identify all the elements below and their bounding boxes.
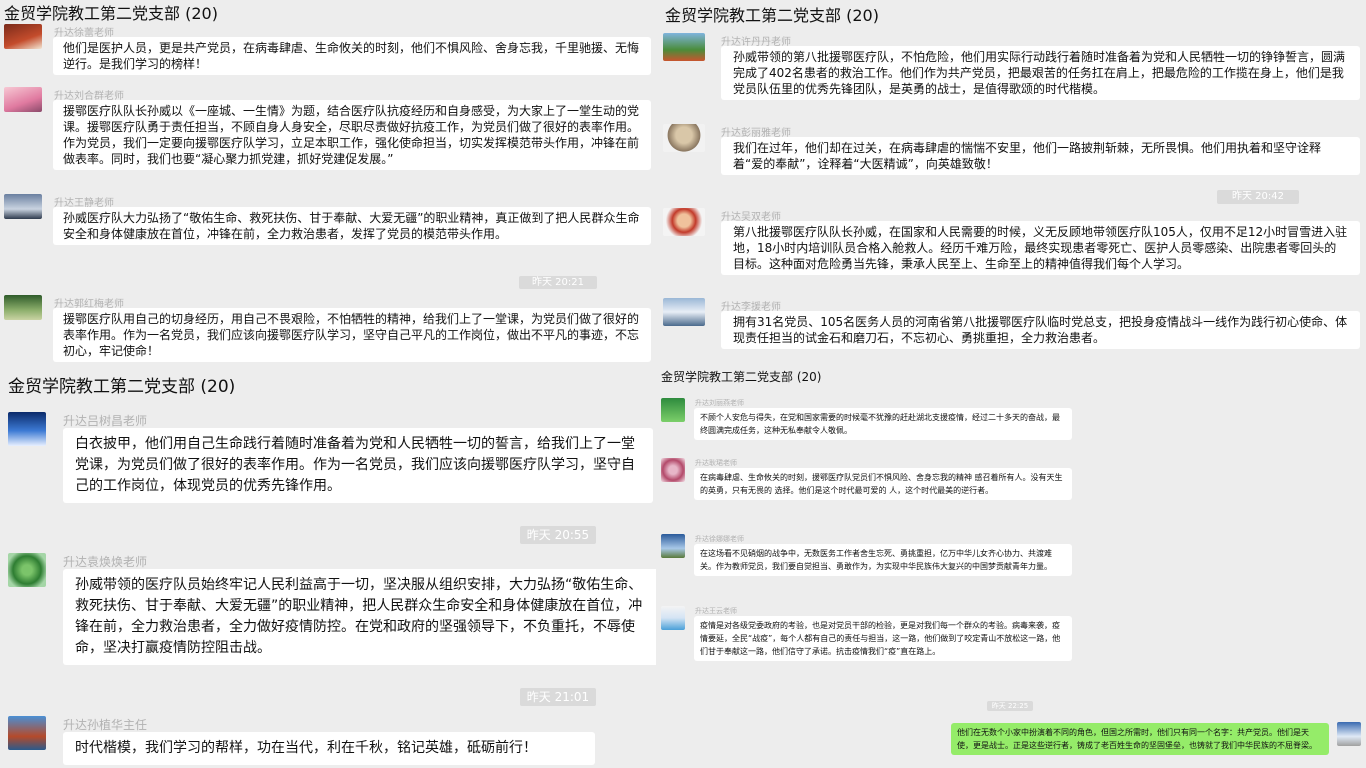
avatar[interactable] xyxy=(4,24,42,49)
message-bubble[interactable]: 援鄂医疗队队长孙威以《一座城、一生情》为题，结合医疗队抗疫经历和自身感受，为大家… xyxy=(53,100,651,170)
message: 升达徐娜娜老师 在这场看不见硝烟的战争中，无数医务工作者舍生忘死、勇挑重担，亿万… xyxy=(661,534,1081,600)
avatar[interactable] xyxy=(4,87,42,112)
message: 升达孙植华主任 时代楷模，我们学习的帮样，功在当代，利在千秋，铭记英雄，砥砺前行… xyxy=(8,716,654,768)
avatar[interactable] xyxy=(8,716,46,750)
chat-panel-bottom-left: 金贸学院教工第二党支部 (20) 升达吕树昌老师 白衣披甲，他们用自己生命践行着… xyxy=(0,368,656,768)
message-bubble[interactable]: 援鄂医疗队用自己的切身经历，用自己不畏艰险，不怕牺牲的精神，给我们上了一堂课，为… xyxy=(53,308,651,362)
group-title: 金贸学院教工第二党支部 (20) xyxy=(8,377,236,397)
message-bubble-own[interactable]: 他们在无数个小家中扮演着不同的角色，但国之所需时，他们只有同一个名字：共产党员。… xyxy=(951,723,1329,755)
message-bubble[interactable]: 孙威带领的第八批援鄂医疗队，不怕危险，他们用实际行动践行着随时准备着为党和人民牺… xyxy=(721,46,1360,100)
avatar[interactable] xyxy=(661,606,685,630)
message: 升达王云老师 疫情是对各级党委政府的考验，也是对党员干部的检验，更是对我们每一个… xyxy=(661,606,1081,690)
avatar[interactable] xyxy=(663,124,705,152)
message: 升达耿珺老师 在病毒肆虐、生命攸关的时刻，援鄂医疗队党员们不惧风险、舍身忘我的精… xyxy=(661,458,1081,528)
avatar[interactable] xyxy=(661,398,685,422)
timestamp: 昨天 20:55 xyxy=(520,526,596,544)
sender-name: 升达孙植华主任 xyxy=(63,718,148,732)
sender-name: 升达吕树昌老师 xyxy=(63,414,148,428)
timestamp: 昨天 22:25 xyxy=(987,701,1033,711)
message: 升达王静老师 孙威医疗队大力弘扬了“敬佑生命、救死扶伤、甘于奉献、大爱无疆”的职… xyxy=(4,194,654,266)
avatar[interactable] xyxy=(663,298,705,326)
message-bubble[interactable]: 白衣披甲，他们用自己生命践行着随时准备着为党和人民牺牲一切的誓言，给我们上了一堂… xyxy=(63,428,653,503)
message-bubble[interactable]: 第八批援鄂医疗队队长孙威，在国家和人民需要的时候，义无反顾地带领医疗队105人，… xyxy=(721,221,1360,275)
avatar[interactable] xyxy=(4,295,42,320)
message: 升达李援老师 拥有31名党员、105名医务人员的河南省第八批援鄂医疗队临时党总支… xyxy=(663,298,1363,368)
avatar[interactable] xyxy=(663,208,705,236)
group-title: 金贸学院教工第二党支部 (20) xyxy=(661,370,822,384)
sender-name: 升达王云老师 xyxy=(695,607,737,615)
sender-name: 升达徐娜娜老师 xyxy=(695,535,744,543)
sender-name: 升达袁焕焕老师 xyxy=(63,555,148,569)
message-bubble[interactable]: 不顾个人安危与得失，在党和国家需要的时候毫不犹豫的赶赴湖北支援疫情，经过二十多天… xyxy=(694,408,1072,440)
own-message: 他们在无数个小家中扮演着不同的角色，但国之所需时，他们只有同一个名字：共产党员。… xyxy=(947,720,1363,768)
chat-panel-top-left: 金贸学院教工第二党支部 (20) 升达徐蕾老师 他们是医护人员，更是共产党员，在… xyxy=(0,0,655,368)
message-bubble[interactable]: 我们在过年，他们却在过关，在病毒肆虐的惴惴不安里，他们一路披荆斩棘，无所畏惧。他… xyxy=(721,137,1360,175)
avatar[interactable] xyxy=(663,33,705,61)
sender-name: 升达耿珺老师 xyxy=(695,459,737,467)
message-bubble[interactable]: 拥有31名党员、105名医务人员的河南省第八批援鄂医疗队临时党总支，把投身疫情战… xyxy=(721,311,1360,349)
message-bubble[interactable]: 在病毒肆虐、生命攸关的时刻，援鄂医疗队党员们不惧风险、舍身忘我的精神 感召着所有… xyxy=(694,468,1072,500)
message: 升达郭红梅老师 援鄂医疗队用自己的切身经历，用自己不畏艰险，不怕牺牲的精神，给我… xyxy=(4,295,654,367)
message: 升达吕树昌老师 白衣披甲，他们用自己生命践行着随时准备着为党和人民牺牲一切的誓言… xyxy=(8,412,654,512)
message-bubble[interactable]: 时代楷模，我们学习的帮样，功在当代，利在千秋，铭记英雄，砥砺前行！ xyxy=(63,732,595,765)
message: 升达徐蕾老师 他们是医护人员，更是共产党员，在病毒肆虐、生命攸关的时刻，他们不惧… xyxy=(4,24,654,78)
avatar[interactable] xyxy=(661,458,685,482)
message: 升达吴双老师 第八批援鄂医疗队队长孙威，在国家和人民需要的时候，义无反顾地带领医… xyxy=(663,208,1363,296)
timestamp: 昨天 20:21 xyxy=(519,276,597,289)
message: 升达刘合群老师 援鄂医疗队队长孙威以《一座城、一生情》为题，结合医疗队抗疫经历和… xyxy=(4,87,654,187)
sender-name: 升达刘丽燕老师 xyxy=(695,399,744,407)
chat-panel-top-right: 金贸学院教工第二党支部 (20) 升达许丹丹老师 孙威带领的第八批援鄂医疗队，不… xyxy=(657,0,1366,368)
avatar-self[interactable] xyxy=(1337,722,1361,746)
message: 升达袁焕焕老师 孙威带领的医疗队员始终牢记人民利益高于一切，坚决服从组织安排，大… xyxy=(8,553,656,673)
message: 升达许丹丹老师 孙威带领的第八批援鄂医疗队，不怕危险，他们用实际行动践行着随时准… xyxy=(663,33,1363,117)
message-bubble: 孙威医疗队大力弘扬了“敬佑生命、救死扶伤、甘于奉献、大爱无疆”的职业精神，真正做… xyxy=(53,207,651,245)
message-bubble[interactable]: 孙威带领的医疗队员始终牢记人民利益高于一切，坚决服从组织安排，大力弘扬“敬佑生命… xyxy=(63,569,656,665)
chat-panel-bottom-right: 金贸学院教工第二党支部 (20) 升达刘丽燕老师 不顾个人安危与得失，在党和国家… xyxy=(657,368,1366,768)
avatar[interactable] xyxy=(8,553,46,587)
avatar[interactable] xyxy=(8,412,46,446)
message-bubble[interactable]: 他们是医护人员，更是共产党员，在病毒肆虐、生命攸关的时刻，他们不惧风险、舍身忘我… xyxy=(53,37,651,75)
group-title: 金贸学院教工第二党支部 (20) xyxy=(4,4,218,23)
avatar[interactable] xyxy=(4,194,42,219)
message-bubble[interactable]: 疫情是对各级党委政府的考验，也是对党员干部的检验，更是对我们每一个群众的考验。病… xyxy=(694,616,1072,661)
message: 升达刘丽燕老师 不顾个人安危与得失，在党和国家需要的时候毫不犹豫的赶赴湖北支援疫… xyxy=(661,398,1081,454)
timestamp: 昨天 21:01 xyxy=(520,688,596,706)
message: 升达彭丽雅老师 我们在过年，他们却在过关，在病毒肆虐的惴惴不安里，他们一路披荆斩… xyxy=(663,124,1363,180)
avatar[interactable] xyxy=(661,534,685,558)
message-bubble[interactable]: 在这场看不见硝烟的战争中，无数医务工作者舍生忘死、勇挑重担，亿万中华儿女齐心协力… xyxy=(694,544,1072,576)
group-title: 金贸学院教工第二党支部 (20) xyxy=(665,6,879,25)
timestamp: 昨天 20:42 xyxy=(1217,190,1299,204)
